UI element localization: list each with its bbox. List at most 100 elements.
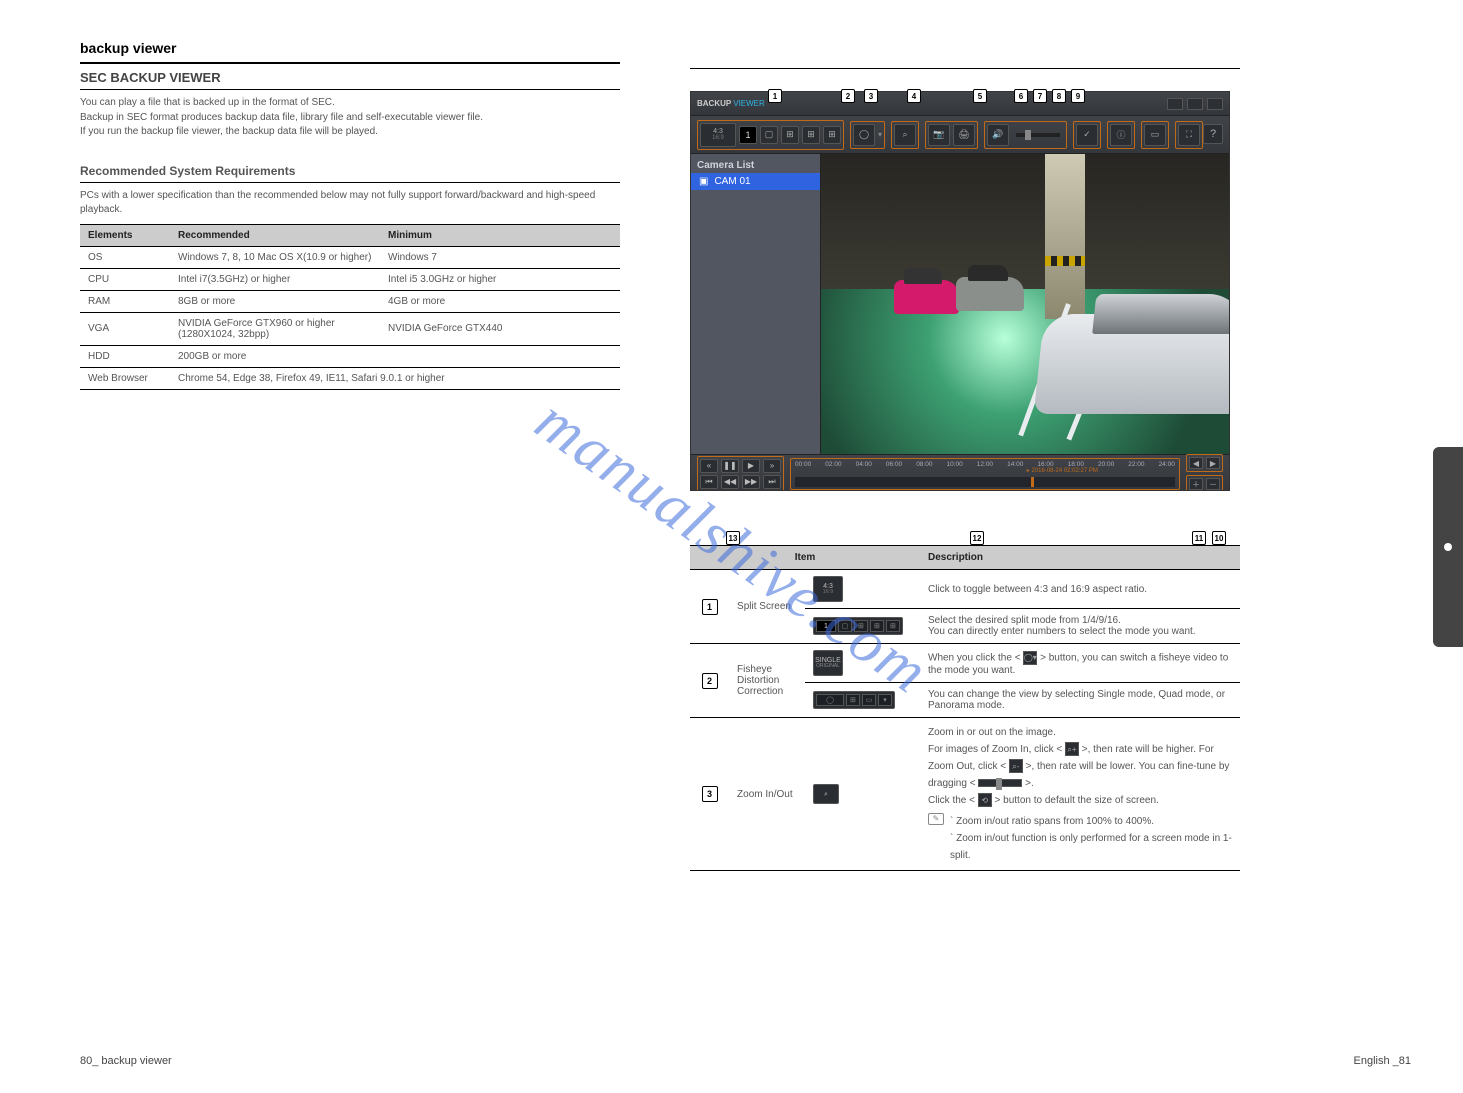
- spec-th-minimum: Minimum: [380, 224, 620, 246]
- watermark-check-icon[interactable]: ✓: [1076, 124, 1098, 146]
- timeline[interactable]: 00:00 02:00 04:00 06:00 08:00 10:00 12:0…: [790, 458, 1180, 490]
- callout-7: 7: [1033, 89, 1047, 103]
- func-icon-cell: ⌕: [805, 718, 920, 871]
- fisheye-mode-bar-icon: ◯⊞▭▾: [813, 691, 895, 709]
- tb-group-osd: ⓘ: [1107, 121, 1135, 149]
- timeline-tick: 00:00: [795, 461, 811, 468]
- spec-cell: 200GB or more: [170, 345, 620, 367]
- screenshot-wrap: 1 2 3 4 5 6 7 8 9 BACKUPVIEWER: [690, 91, 1240, 491]
- spec-row: Web Browser Chrome 54, Edge 38, Firefox …: [80, 367, 620, 389]
- fullscreen-icon[interactable]: ⛶: [1178, 124, 1200, 146]
- timeline-prev-icon[interactable]: ◀: [1189, 457, 1203, 469]
- tb-group-audio: 🔊: [984, 121, 1067, 149]
- spec-table: Elements Recommended Minimum OS Windows …: [80, 224, 620, 390]
- callout-1: 1: [768, 89, 782, 103]
- callout-13: 13: [726, 531, 740, 545]
- spec-th-recommended: Recommended: [170, 224, 380, 246]
- timeline-bar[interactable]: ▸ 2016-08-24 02:02:27 PM: [795, 477, 1175, 487]
- callout-12: 12: [970, 531, 984, 545]
- pillar-shape: [1045, 154, 1085, 319]
- keep-ratio-icon[interactable]: ▭: [1144, 124, 1166, 146]
- func-icon-cell: ◯⊞▭▾: [805, 683, 920, 718]
- fisheye-button-icon[interactable]: ◯: [853, 124, 875, 146]
- step-back-icon[interactable]: «: [700, 459, 718, 473]
- aspect-ratio-icon: 4:3 16:9: [813, 576, 843, 602]
- func-row: 3 Zoom In/Out ⌕ Zoom in or out on the im…: [690, 718, 1240, 871]
- tb-group-full: ⛶: [1175, 121, 1203, 149]
- timeline-zoomout-icon[interactable]: －: [1206, 478, 1220, 490]
- pause-icon[interactable]: ❚❚: [721, 459, 739, 473]
- tb-group-split: 4:3 16:9 1 ▢ ⊞ ⊞ ⊞: [697, 120, 844, 150]
- func-num-2: 2: [702, 673, 718, 689]
- callout-8: 8: [1052, 89, 1066, 103]
- func-item-name: Fisheye Distortion Correction: [729, 644, 805, 718]
- split-1-icon[interactable]: ▢: [760, 126, 778, 144]
- spec-cell: Web Browser: [80, 367, 170, 389]
- ffwd-icon[interactable]: ▶▶: [742, 475, 760, 489]
- step-fwd-icon[interactable]: »: [763, 459, 781, 473]
- spec-cell: Intel i7(3.5GHz) or higher: [170, 268, 380, 290]
- timeline-next-icon[interactable]: ▶: [1206, 457, 1220, 469]
- divider: [80, 62, 620, 64]
- split-current-number[interactable]: 1: [739, 126, 757, 144]
- stripe-shape: [1045, 256, 1085, 266]
- timeline-nav-group: ◀ ▶: [1186, 454, 1223, 472]
- camera-list-sidebar: Camera List ▣ CAM 01: [691, 154, 821, 454]
- timeline-tick: 02:00: [825, 461, 841, 468]
- skip-last-icon[interactable]: ⏭: [763, 475, 781, 489]
- screenshot-toolbar: 4:3 16:9 1 ▢ ⊞ ⊞ ⊞ ◯ ▾: [691, 116, 1229, 154]
- side-tab-dot: [1444, 543, 1452, 551]
- func-row: 1 Split Screen 4:3 16:9 Click to toggle …: [690, 570, 1240, 609]
- func-header-row: Item Description: [690, 546, 1240, 570]
- tb-group-playback: « ❚❚ ▶ » ⏮ ◀◀ ▶▶ ⏭: [697, 456, 784, 492]
- maximize-button[interactable]: [1187, 98, 1203, 110]
- sidebar-camera-item[interactable]: ▣ CAM 01: [691, 173, 820, 190]
- fisheye-mode-icon: SINGLE ORIGINAL: [813, 650, 843, 676]
- osd-icon[interactable]: ⓘ: [1110, 124, 1132, 146]
- timeline-tick: 10:00: [946, 461, 962, 468]
- help-button[interactable]: ?: [1203, 124, 1223, 144]
- timeline-tick: 12:00: [977, 461, 993, 468]
- right-column: 1 2 3 4 5 6 7 8 9 BACKUPVIEWER: [690, 40, 1240, 871]
- capture-icon[interactable]: 📷: [928, 124, 950, 146]
- close-button[interactable]: [1207, 98, 1223, 110]
- spec-cell: Intel i5 3.0GHz or higher: [380, 268, 620, 290]
- zoom-icon[interactable]: ⌕: [894, 124, 916, 146]
- ratio-label-bot: 16:9: [712, 135, 724, 141]
- timeline-tick: 24:00: [1159, 461, 1175, 468]
- tb-group-keepratio: ▭: [1141, 121, 1169, 149]
- screenshot-app-title: BACKUPVIEWER: [697, 99, 765, 108]
- play-icon[interactable]: ▶: [742, 459, 760, 473]
- tb-group-fisheye: ◯ ▾: [850, 121, 885, 149]
- func-num-cell: 3: [690, 718, 729, 871]
- print-icon[interactable]: 🖨: [953, 124, 975, 146]
- window-buttons: [1167, 98, 1223, 110]
- split-9-icon[interactable]: ⊞: [802, 126, 820, 144]
- camera-item-check-icon: ▣: [699, 176, 708, 187]
- speaker-icon[interactable]: 🔊: [987, 124, 1009, 146]
- skip-first-icon[interactable]: ⏮: [700, 475, 718, 489]
- aspect-ratio-button[interactable]: 4:3 16:9: [700, 123, 736, 147]
- volume-slider[interactable]: [1016, 133, 1060, 137]
- minimize-button[interactable]: [1167, 98, 1183, 110]
- split-16-icon[interactable]: ⊞: [823, 126, 841, 144]
- timeline-tick: 22:00: [1128, 461, 1144, 468]
- spec-cell: NVIDIA GeForce GTX960 or higher (1280X10…: [170, 312, 380, 345]
- callout-11: 11: [1192, 531, 1206, 545]
- callout-2: 2: [841, 89, 855, 103]
- callout-10: 10: [1212, 531, 1226, 545]
- sec-desc-2: Backup in SEC format produces backup dat…: [80, 111, 620, 126]
- video-area[interactable]: [821, 154, 1229, 454]
- divider: [80, 89, 620, 90]
- func-row: 2 Fisheye Distortion Correction SINGLE O…: [690, 644, 1240, 683]
- split-selector-icon: 1 ▢⊞⊞⊞: [813, 617, 903, 635]
- rec-sys-desc: PCs with a lower specification than the …: [80, 189, 620, 218]
- screenshot: BACKUPVIEWER 4:3 16:9: [690, 91, 1230, 491]
- sidebar-header: Camera List: [691, 158, 820, 173]
- func-icon-cell: SINGLE ORIGINAL: [805, 644, 920, 683]
- timeline-zoomin-icon[interactable]: ＋: [1189, 478, 1203, 490]
- rewind-icon[interactable]: ◀◀: [721, 475, 739, 489]
- split-4-icon[interactable]: ⊞: [781, 126, 799, 144]
- sec-desc-3: If you run the backup file viewer, the b…: [80, 125, 620, 140]
- car-shape: [1034, 314, 1229, 414]
